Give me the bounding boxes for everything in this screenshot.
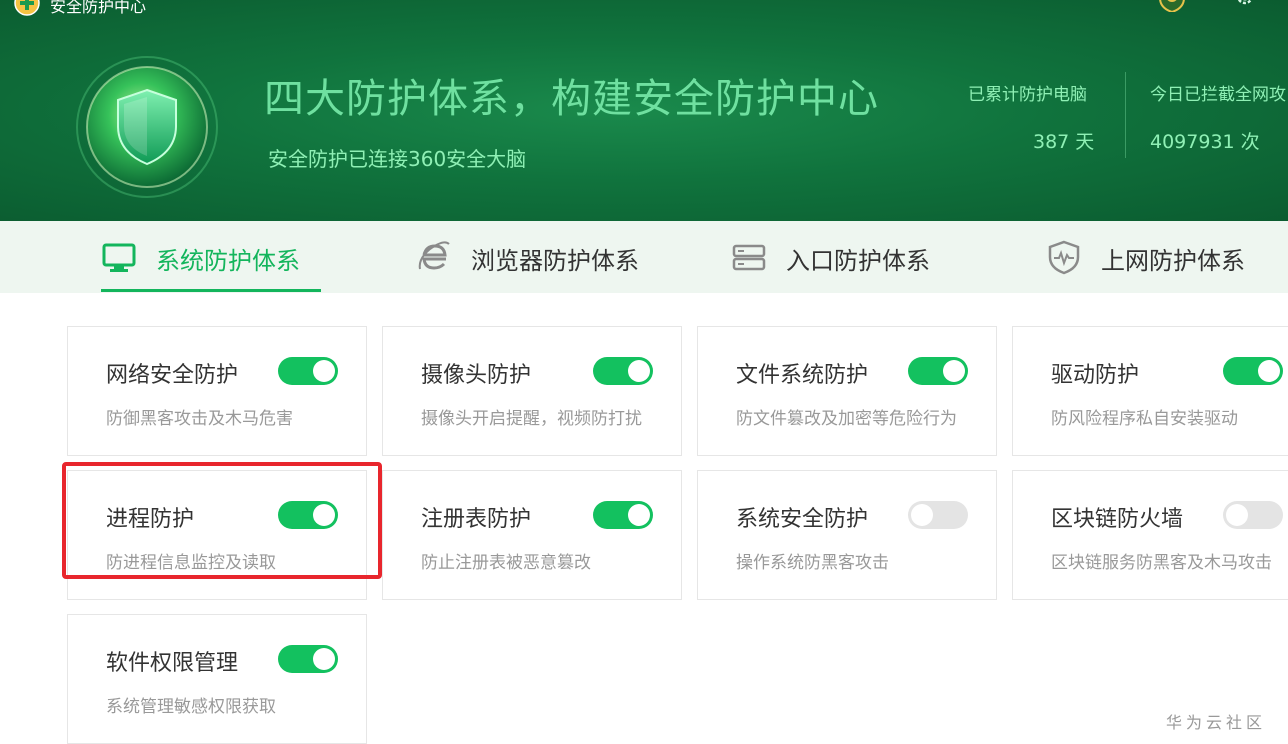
360-logo-icon bbox=[14, 0, 40, 16]
shield-orb-icon bbox=[76, 56, 218, 198]
file-system-toggle[interactable] bbox=[908, 357, 968, 385]
tab-internet-protection[interactable]: 上网防护体系 bbox=[1046, 221, 1266, 293]
monitor-icon bbox=[102, 243, 136, 272]
highlight-annotation bbox=[62, 462, 382, 579]
tab-bar: 系统防护体系 浏览器防护体系 入口防护体系 上网防护体系 bbox=[0, 221, 1288, 293]
stat-divider bbox=[1125, 72, 1126, 158]
stat-blocked-label: 今日已拦截全网攻 bbox=[1150, 85, 1286, 105]
hero-header: 安全防护中心 四大防护体系，构建安全防护中心 安全防护已连接360安全大脑 已累… bbox=[0, 0, 1288, 221]
card-title: 系统安全防护 bbox=[736, 507, 869, 532]
tab-system-protection[interactable]: 系统防护体系 bbox=[101, 221, 321, 293]
server-icon bbox=[732, 244, 766, 271]
card-desc: 系统管理敏感权限获取 bbox=[106, 697, 276, 717]
camera-toggle[interactable] bbox=[593, 357, 653, 385]
stat-protected-days-label: 已累计防护电脑 bbox=[968, 85, 1087, 105]
card-title: 软件权限管理 bbox=[106, 651, 239, 676]
stat-protected-days-value: 387 天 bbox=[1033, 131, 1095, 153]
card-title: 网络安全防护 bbox=[106, 363, 239, 388]
tab-label: 入口防护体系 bbox=[786, 247, 930, 275]
card-desc: 防文件篡改及加密等危险行为 bbox=[736, 409, 957, 429]
tab-label: 上网防护体系 bbox=[1101, 247, 1245, 275]
card-desc: 摄像头开启提醒，视频防打扰 bbox=[421, 409, 642, 429]
card-desc: 防御黑客攻击及木马危害 bbox=[106, 409, 293, 429]
registry-toggle[interactable] bbox=[593, 501, 653, 529]
card-camera: 摄像头防护 摄像头开启提醒，视频防打扰 bbox=[382, 326, 682, 456]
network-security-toggle[interactable] bbox=[278, 357, 338, 385]
driver-toggle[interactable] bbox=[1223, 357, 1283, 385]
card-file-system: 文件系统防护 防文件篡改及加密等危险行为 bbox=[697, 326, 997, 456]
card-driver: 驱动防护 防风险程序私自安装驱动 bbox=[1012, 326, 1288, 456]
card-title: 区块链防火墙 bbox=[1051, 507, 1184, 532]
browser-icon bbox=[418, 241, 450, 270]
card-registry: 注册表防护 防止注册表被恶意篡改 bbox=[382, 470, 682, 600]
card-desc: 操作系统防黑客攻击 bbox=[736, 553, 889, 573]
card-network-security: 网络安全防护 防御黑客攻击及木马危害 bbox=[67, 326, 367, 456]
active-tab-indicator bbox=[101, 289, 321, 292]
watermark: 华为云社区 bbox=[1166, 713, 1267, 732]
card-desc: 防风险程序私自安装驱动 bbox=[1051, 409, 1238, 429]
card-desc: 区块链服务防黑客及木马攻击 bbox=[1051, 553, 1272, 573]
card-title: 摄像头防护 bbox=[421, 363, 532, 388]
gear-icon[interactable] bbox=[1233, 0, 1257, 8]
hero-subline: 安全防护已连接360安全大脑 bbox=[268, 147, 527, 171]
card-title: 文件系统防护 bbox=[736, 363, 869, 388]
card-software-permissions: 软件权限管理 系统管理敏感权限获取 bbox=[67, 614, 367, 744]
stat-blocked-value: 4097931 次 bbox=[1150, 131, 1260, 153]
app-title: 安全防护中心 bbox=[50, 0, 147, 16]
card-title: 注册表防护 bbox=[421, 507, 532, 532]
card-title: 驱动防护 bbox=[1051, 363, 1140, 388]
shield-pulse-icon bbox=[1048, 240, 1080, 275]
hero-headline: 四大防护体系，构建安全防护中心 bbox=[264, 76, 879, 122]
shield-badge-icon[interactable] bbox=[1154, 0, 1190, 12]
title-bar: 安全防护中心 bbox=[0, 0, 1288, 20]
tab-label: 系统防护体系 bbox=[156, 247, 300, 275]
software-permissions-toggle[interactable] bbox=[278, 645, 338, 673]
card-system-security: 系统安全防护 操作系统防黑客攻击 bbox=[697, 470, 997, 600]
card-desc: 防止注册表被恶意篡改 bbox=[421, 553, 591, 573]
blockchain-firewall-toggle[interactable] bbox=[1223, 501, 1283, 529]
tab-browser-protection[interactable]: 浏览器防护体系 bbox=[416, 221, 646, 293]
tab-entry-protection[interactable]: 入口防护体系 bbox=[731, 221, 941, 293]
card-blockchain-firewall: 区块链防火墙 区块链服务防黑客及木马攻击 bbox=[1012, 470, 1288, 600]
tab-label: 浏览器防护体系 bbox=[471, 247, 639, 275]
system-security-toggle[interactable] bbox=[908, 501, 968, 529]
